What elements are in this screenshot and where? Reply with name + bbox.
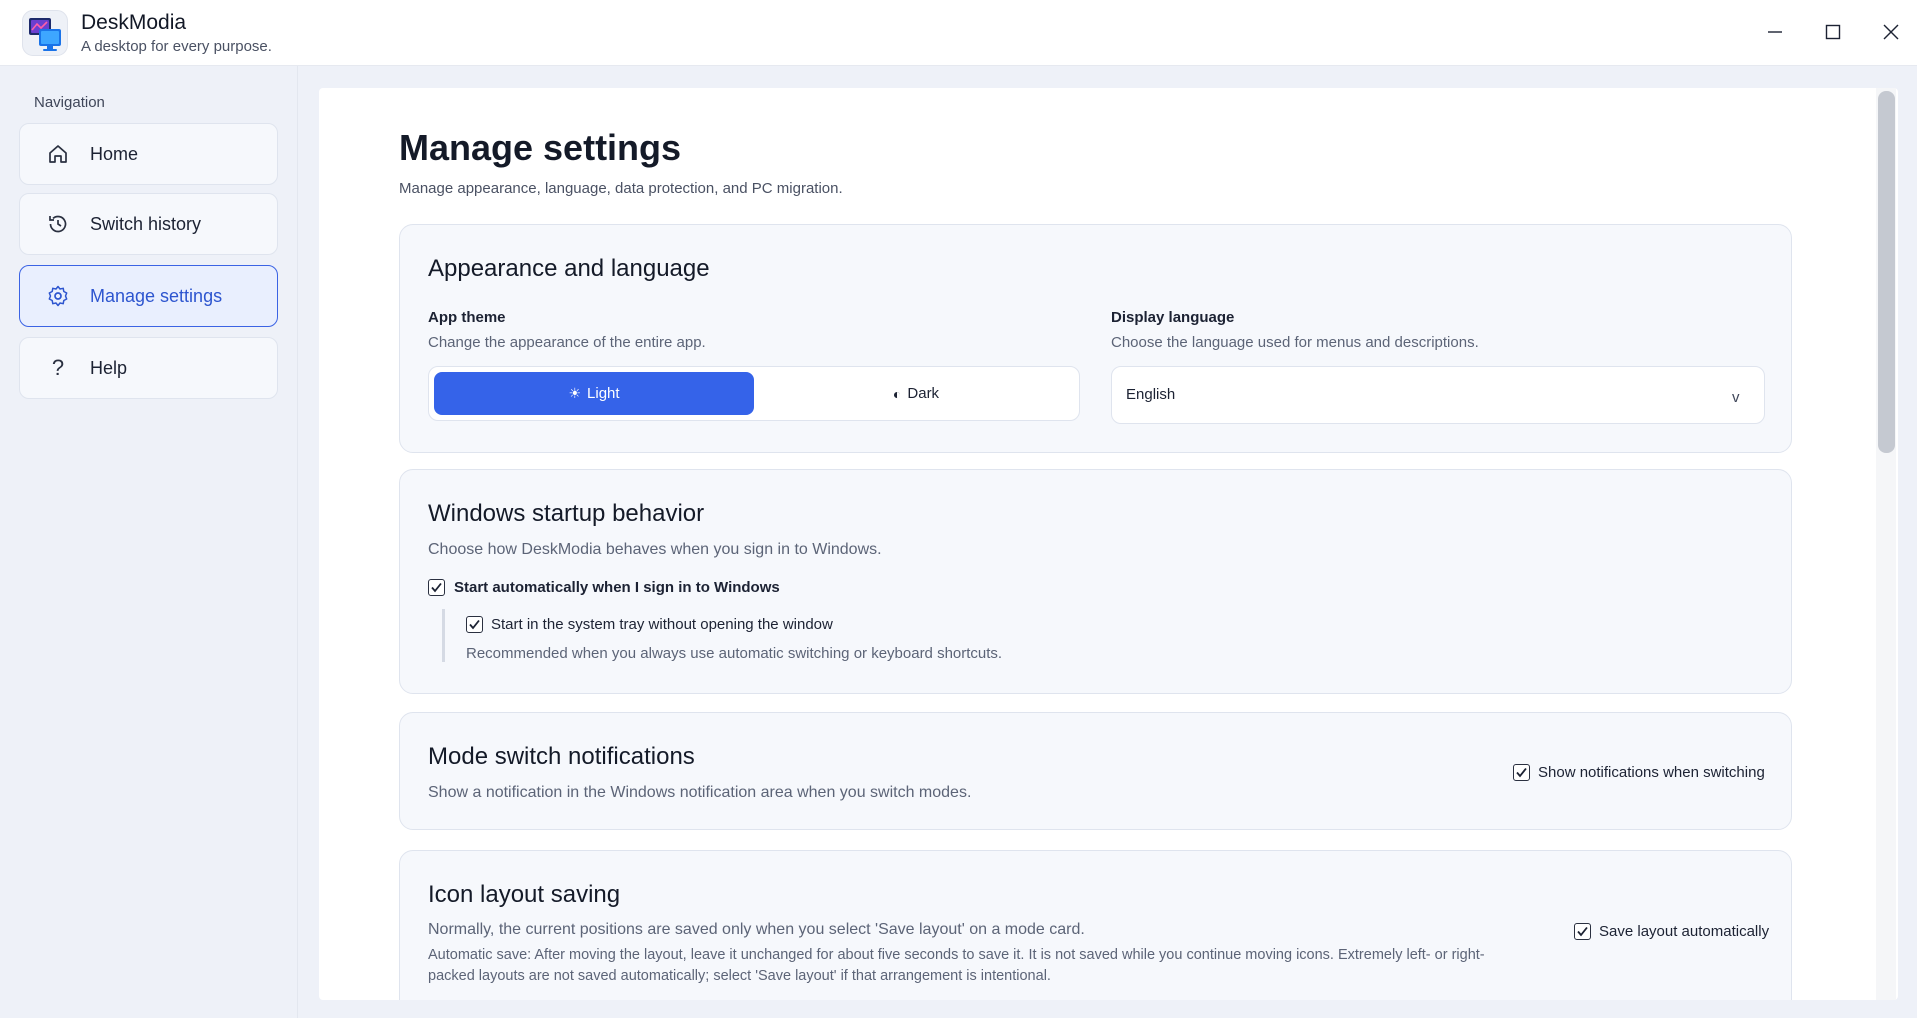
app-logo-icon [29,18,61,51]
auto-save-detail-line1: Automatic save: After moving the layout,… [428,947,1485,963]
auto-start-checkbox[interactable] [428,579,445,596]
app-logo [22,10,68,56]
card-description: Choose how DeskModia behaves when you si… [428,541,882,558]
app-name: DeskModia [81,11,187,34]
check-icon [1516,767,1527,778]
theme-label: App theme [428,309,506,326]
scrollbar-thumb[interactable] [1878,91,1895,453]
language-label: Display language [1111,309,1235,326]
icon-layout-card: Icon layout saving Normally, the current… [399,850,1792,1000]
tray-start-label: Start in the system tray without opening… [491,616,833,633]
card-title: Icon layout saving [428,881,621,908]
startup-card: Windows startup behavior Choose how Desk… [399,469,1792,694]
question-icon: ? [51,355,65,380]
nav-heading: Navigation [34,94,105,111]
close-icon [1883,24,1899,40]
page-title: Manage settings [399,127,682,168]
theme-dark-button[interactable]: ◐ Dark [756,372,1076,415]
tray-start-checkbox[interactable] [466,616,483,633]
language-value: English [1126,386,1176,403]
page-subtitle: Manage appearance, language, data protec… [399,180,843,197]
sidebar-item-label: Switch history [90,213,202,234]
app-tagline: A desktop for every purpose. [81,38,272,55]
theme-light-button[interactable]: ☀ Light [434,372,754,415]
auto-save-checkbox[interactable] [1574,923,1591,940]
sidebar: Navigation Home Switch history Manage se… [0,66,298,1018]
language-description: Choose the language used for menus and d… [1111,334,1479,351]
language-select[interactable]: English v [1111,366,1765,424]
notifications-card: Mode switch notifications Show a notific… [399,712,1792,830]
sidebar-item-home[interactable]: Home [19,123,278,185]
check-icon [469,619,480,630]
half-moon-icon: ◐ [892,385,902,402]
sidebar-item-label: Manage settings [90,285,223,306]
chevron-down-icon: v [1732,389,1740,406]
home-icon [45,141,71,167]
app-window: DeskModia A desktop for every purpose. N… [0,0,1917,1018]
sidebar-item-help[interactable]: ? Help [19,337,278,399]
theme-description: Change the appearance of the entire app. [428,334,706,351]
gear-icon [45,283,71,309]
theme-light-label: Light [587,385,620,402]
indent-divider [442,609,445,662]
appearance-card: Appearance and language App theme Change… [399,224,1792,453]
show-notifications-label: Show notifications when switching [1538,764,1765,781]
auto-save-label: Save layout automatically [1599,923,1770,940]
history-icon [45,211,71,237]
close-button[interactable] [1873,14,1909,50]
sidebar-item-label: Help [90,357,128,378]
show-notifications-checkbox[interactable] [1513,764,1530,781]
card-title: Mode switch notifications [428,743,695,770]
card-title: Windows startup behavior [428,500,705,527]
settings-page: Manage settings Manage appearance, langu… [319,88,1898,1000]
card-description: Show a notification in the Windows notif… [428,784,972,801]
check-icon [1577,926,1588,937]
sun-icon: ☀ [568,385,582,401]
maximize-icon [1825,24,1841,40]
card-title: Appearance and language [428,255,710,282]
maximize-button[interactable] [1815,14,1851,50]
tray-start-hint: Recommended when you always use automati… [466,645,1003,662]
card-description: Normally, the current positions are save… [428,921,1085,938]
check-icon [431,582,442,593]
auto-start-label: Start automatically when I sign in to Wi… [454,579,780,596]
auto-save-detail-line2: packed layouts are not saved automatical… [428,968,1051,984]
sidebar-item-manage-settings[interactable]: Manage settings [19,265,278,327]
sidebar-item-label: Home [90,143,139,164]
theme-toggle: ☀ Light ◐ Dark [428,366,1080,421]
title-bar: DeskModia A desktop for every purpose. [0,0,1917,66]
sidebar-item-switch-history[interactable]: Switch history [19,193,278,255]
minimize-button[interactable] [1757,14,1793,50]
minimize-icon [1768,31,1782,33]
theme-dark-label: Dark [907,385,940,402]
